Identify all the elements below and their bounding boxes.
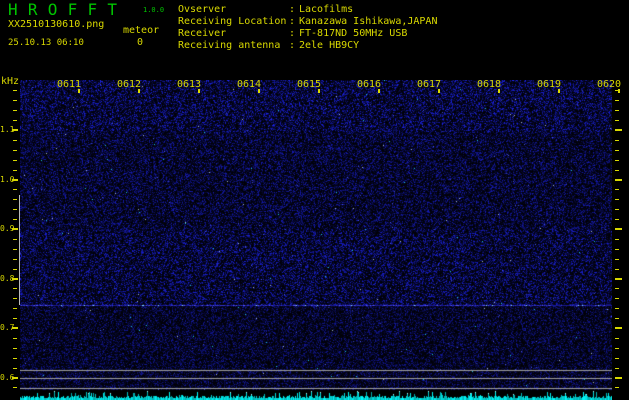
station-info-row: Receiving antenna:2ele HB9CY (178, 40, 437, 52)
freq-minor-tick-right (615, 169, 619, 171)
freq-minor-tick-right (615, 357, 619, 359)
freq-minor-tick-left (13, 248, 17, 250)
freq-minor-tick-right (615, 298, 619, 300)
station-info: Ovserver: Lacofilms Receiving Location: Kan… (178, 4, 437, 52)
count-range-marker-line (19, 195, 20, 305)
time-tick (258, 89, 260, 93)
app-title: H R O F F T (8, 0, 118, 19)
freq-axis-unit: kHz (1, 76, 20, 87)
freq-major-tick-right (615, 277, 622, 280)
info-value: Lacofilms (299, 4, 354, 15)
freq-minor-tick-left (13, 357, 17, 359)
freq-minor-tick-right (615, 149, 619, 151)
info-separator: : (289, 28, 296, 39)
time-tick (78, 89, 80, 93)
freq-minor-tick-right (615, 100, 619, 102)
freq-minor-tick-left (13, 149, 17, 151)
time-tick (558, 89, 560, 93)
freq-minor-tick-left (13, 120, 17, 122)
freq-major-tick-right (615, 129, 622, 131)
time-tick (438, 89, 440, 93)
freq-minor-tick-right (615, 110, 619, 112)
info-label: Receiving antenna (178, 40, 281, 51)
freq-minor-tick-right (615, 139, 619, 141)
freq-major-tick-right (615, 228, 622, 230)
info-separator: : (289, 16, 296, 27)
freq-minor-tick-left (13, 347, 17, 349)
freq-minor-tick-right (615, 268, 619, 270)
info-separator: : (289, 40, 296, 51)
info-label: Receiver (178, 28, 227, 39)
info-value: FT-817ND 50MHz USB (299, 28, 408, 39)
freq-minor-tick-left (13, 219, 17, 221)
freq-major-tick-left (12, 277, 18, 280)
freq-major-tick-right (615, 178, 622, 181)
freq-minor-tick-right (615, 219, 619, 221)
freq-major-tick-right (615, 376, 622, 379)
freq-minor-tick-left (13, 189, 17, 191)
freq-minor-tick-right (615, 159, 619, 161)
freq-major-tick-left (12, 228, 18, 230)
freq-minor-tick-right (615, 387, 619, 389)
freq-minor-tick-right (615, 288, 619, 290)
freq-major-tick-right (615, 327, 622, 329)
freq-minor-tick-left (13, 387, 17, 389)
freq-minor-tick-left (13, 238, 17, 240)
meteor-count-label: meteor (123, 25, 160, 36)
freq-major-tick-left (12, 178, 18, 181)
freq-minor-tick-right (615, 238, 619, 240)
time-tick (138, 89, 140, 93)
freq-minor-tick-left (13, 199, 17, 201)
time-tick (198, 89, 200, 93)
freq-minor-tick-right (615, 258, 619, 260)
info-value: 2ele HB9CY (299, 40, 360, 51)
freq-minor-tick-left (13, 169, 17, 171)
freq-minor-tick-left (13, 337, 17, 339)
spectrogram-canvas (20, 80, 612, 400)
freq-major-tick-left (12, 129, 18, 131)
info-separator: : (289, 4, 296, 15)
time-tick (498, 89, 500, 93)
freq-minor-tick-left (13, 139, 17, 141)
freq-minor-tick-right (615, 347, 619, 349)
freq-minor-tick-right (615, 189, 619, 191)
freq-minor-tick-right (615, 337, 619, 339)
meteor-count-value: 0 (136, 37, 144, 48)
station-info-row: Receiving Location: Kanazawa Ishikawa,JAP… (178, 16, 437, 28)
time-tick (318, 89, 320, 93)
freq-minor-tick-right (615, 248, 619, 250)
info-label: Receiving Location (178, 16, 287, 27)
output-filename: XX2510130610.png (8, 19, 105, 30)
freq-minor-tick-right (615, 209, 619, 211)
app-version: 1.0.0 (143, 6, 165, 14)
freq-minor-tick-left (13, 308, 17, 310)
freq-major-tick-left (12, 327, 18, 329)
freq-minor-tick-right (615, 318, 619, 320)
freq-minor-tick-left (13, 268, 17, 270)
info-value: Kanazawa Ishikawa,JAPAN (299, 16, 438, 27)
freq-minor-tick-left (13, 258, 17, 260)
hrofft-window: H R O F F T 1.0.0 XX2510130610.png meteo… (0, 0, 629, 400)
info-label: Ovserver (178, 4, 227, 15)
freq-minor-tick-left (13, 90, 17, 92)
freq-minor-tick-left (13, 288, 17, 290)
freq-minor-tick-left (13, 367, 17, 369)
freq-major-tick-left (12, 376, 18, 379)
freq-minor-tick-right (615, 199, 619, 201)
observation-timestamp: 25.10.13 06:10 (8, 38, 84, 48)
freq-minor-tick-left (13, 159, 17, 161)
station-info-row: Receiver: FT-817ND 50MHz USB (178, 28, 437, 40)
time-tick (378, 89, 380, 93)
freq-minor-tick-right (615, 308, 619, 310)
freq-minor-tick-right (615, 367, 619, 369)
freq-minor-tick-left (13, 318, 17, 320)
freq-minor-tick-right (615, 120, 619, 122)
freq-minor-tick-left (13, 209, 17, 211)
freq-minor-tick-left (13, 298, 17, 300)
time-tick (618, 89, 620, 93)
station-info-row: Ovserver: Lacofilms (178, 4, 437, 16)
freq-minor-tick-left (13, 110, 17, 112)
freq-minor-tick-left (13, 100, 17, 102)
